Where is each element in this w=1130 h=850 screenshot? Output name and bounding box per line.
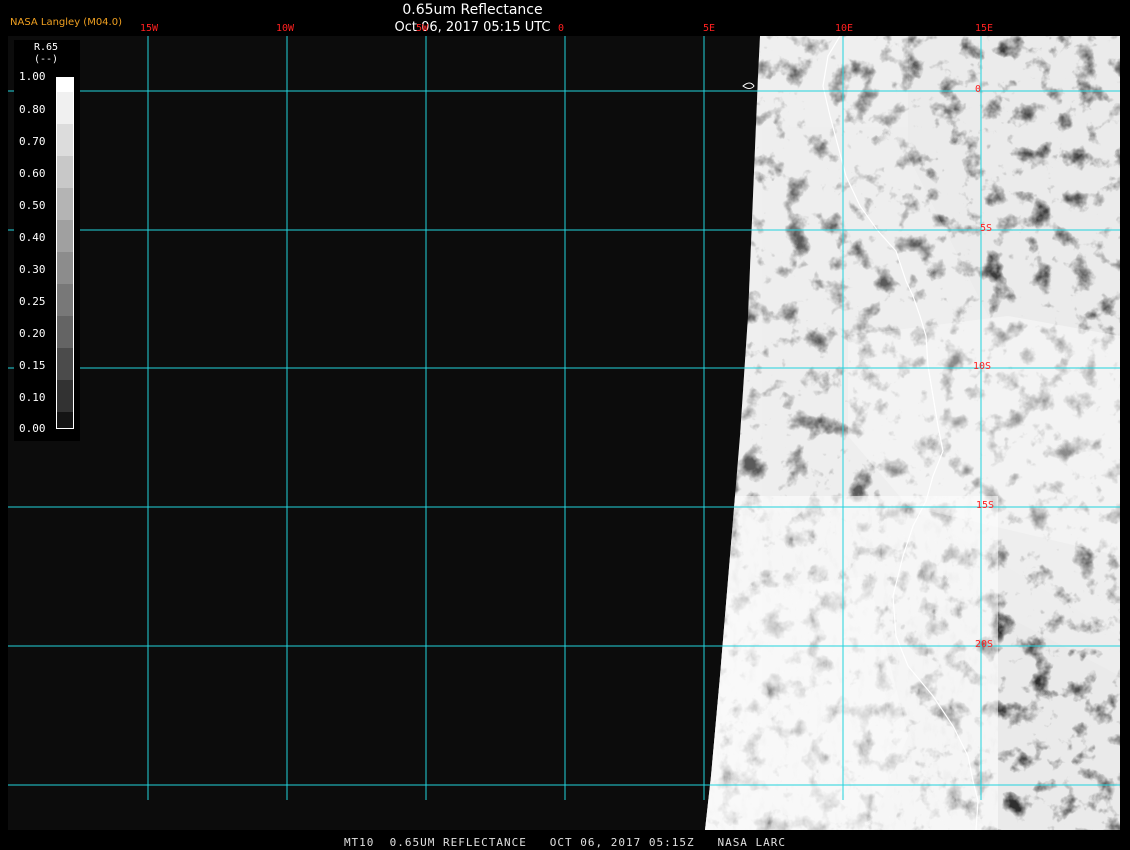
satellite-image-frame: NASA Langley (M04.0) 0.65um Reflectance … bbox=[0, 0, 1130, 850]
map-area[interactable] bbox=[8, 36, 1120, 830]
lon-label-15w: 15W bbox=[140, 23, 159, 34]
colorbar-title: R.65 bbox=[34, 42, 59, 53]
image-title: 0.65um Reflectance bbox=[402, 2, 543, 18]
colorbar-tick: 0.30 bbox=[19, 263, 46, 276]
lat-label-10s: 10S bbox=[973, 361, 992, 372]
lat-label-5s: 5S bbox=[980, 223, 993, 234]
colorbar-legend: R.65 (--) 1.00 0.80 0.70 0.60 0.50 0.40 … bbox=[14, 40, 80, 441]
lon-label-10w: 10W bbox=[276, 23, 295, 34]
colorbar-units: (--) bbox=[34, 54, 59, 65]
colorbar-tick: 0.50 bbox=[19, 199, 46, 212]
colorbar-tick: 1.00 bbox=[19, 70, 46, 83]
colorbar-tick: 0.40 bbox=[19, 231, 46, 244]
lon-label-0: 0 bbox=[558, 23, 565, 34]
lon-label-10e: 10E bbox=[835, 23, 854, 34]
colorbar-tick: 0.80 bbox=[19, 103, 46, 116]
colorbar-tick: 0.60 bbox=[19, 167, 46, 180]
lat-label-20s: 20S bbox=[975, 639, 994, 650]
lat-label-15s: 15S bbox=[976, 500, 995, 511]
colorbar-tick: 0.15 bbox=[19, 359, 46, 372]
colorbar-tick: 0.10 bbox=[19, 391, 46, 404]
footer-caption: MT10 0.65UM REFLECTANCE OCT 06, 2017 05:… bbox=[343, 836, 787, 849]
colorbar-scale bbox=[56, 77, 74, 429]
colorbar-tick: 0.00 bbox=[19, 422, 46, 435]
lon-label-5e: 5E bbox=[703, 23, 716, 34]
colorbar-tick: 0.70 bbox=[19, 135, 46, 148]
lat-lon-grid bbox=[8, 36, 1120, 800]
colorbar-tick: 0.25 bbox=[19, 295, 46, 308]
lat-label-0: 0 bbox=[975, 84, 982, 95]
lon-label-5w: 5W bbox=[416, 23, 429, 34]
colorbar-tick: 0.20 bbox=[19, 327, 46, 340]
lon-label-15e: 15E bbox=[975, 23, 994, 34]
